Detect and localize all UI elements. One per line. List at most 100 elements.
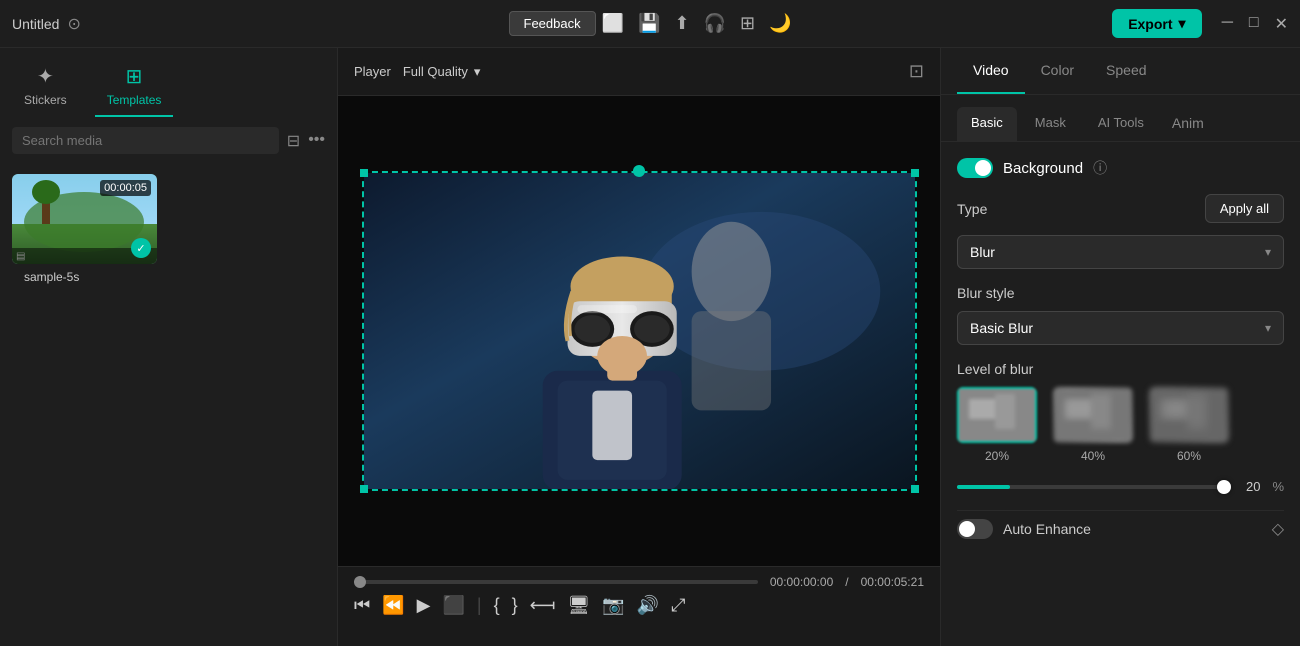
feedback-button[interactable]: Feedback	[509, 11, 596, 36]
player-controls: 00:00:00:00 / 00:00:05:21 ⏮ ⏪ ▶ ⬛ | { } …	[338, 566, 940, 646]
blur-style-value: Basic Blur	[970, 320, 1033, 336]
tab-speed[interactable]: Speed	[1090, 48, 1162, 94]
app-title: Untitled	[12, 16, 59, 32]
background-section-header: Background ⓘ	[957, 158, 1284, 178]
player-expand-icon[interactable]: ⊡	[909, 61, 924, 82]
blur-slider-track[interactable]	[957, 485, 1224, 489]
blur-slider-row: 20 %	[957, 479, 1284, 494]
step-back-button[interactable]: ⏮	[354, 595, 370, 616]
background-toggle[interactable]	[957, 158, 993, 178]
blur-thumb-60[interactable]	[1149, 387, 1229, 443]
screen-button[interactable]: 🖥	[567, 595, 590, 616]
resize-handle-tl[interactable]	[360, 169, 368, 177]
blur-option-60[interactable]: 60%	[1149, 387, 1229, 463]
filter-icon[interactable]: ⊟	[287, 131, 300, 151]
quality-chevron-icon: ▾	[474, 64, 481, 80]
background-label: Background	[1003, 160, 1083, 177]
fullscreen-button[interactable]: ⤢	[671, 595, 685, 616]
type-row: Type Apply all	[957, 194, 1284, 223]
main-area: ✦ Stickers ⊞ Templates ⊟ •••	[0, 48, 1300, 646]
titlebar: Untitled ⊙ Feedback ⬜ 💾 ⬆ 🎧 ⊞ 🌙 Export ▾…	[0, 0, 1300, 48]
blur-pct-40: 40%	[1081, 449, 1105, 463]
enhance-diamond-icon: ◇	[1272, 519, 1284, 539]
auto-enhance-knob	[959, 521, 975, 537]
theme-icon[interactable]: 🌙	[769, 13, 791, 34]
titlebar-left: Untitled ⊙	[12, 14, 437, 34]
media-filename: sample-5s	[12, 264, 157, 290]
titlebar-right: Export ▾ ─ □ ✕	[863, 9, 1288, 38]
player-header: Player Full Quality ▾ ⊡	[338, 48, 940, 96]
progress-thumb[interactable]	[354, 576, 366, 588]
quality-label: Full Quality	[403, 64, 468, 79]
slider-unit: %	[1272, 479, 1284, 494]
mark-in-button[interactable]: {	[494, 595, 500, 616]
slider-value: 20	[1236, 479, 1260, 494]
sidebar-tab-templates[interactable]: ⊞ Templates	[95, 56, 174, 117]
blur-style-dropdown[interactable]: Basic Blur ▾	[957, 311, 1284, 345]
volume-button[interactable]: 🔊	[637, 595, 659, 616]
sidebar-tab-stickers[interactable]: ✦ Stickers	[12, 56, 79, 117]
search-input[interactable]	[12, 127, 279, 154]
minimize-button[interactable]: ─	[1222, 14, 1233, 34]
type-value: Blur	[970, 244, 995, 260]
sidebar-tabs: ✦ Stickers ⊞ Templates	[0, 48, 337, 117]
close-button[interactable]: ✕	[1275, 14, 1288, 34]
resize-handle-tr[interactable]	[911, 169, 919, 177]
control-buttons: ⏮ ⏪ ▶ ⬛ | { } ⟻ 🖥 📷 🔊 ⤢	[354, 595, 924, 616]
level-of-blur-label: Level of blur	[957, 361, 1284, 377]
type-dropdown[interactable]: Blur ▾	[957, 235, 1284, 269]
headphone-icon[interactable]: 🎧	[704, 13, 726, 34]
apply-all-button[interactable]: Apply all	[1205, 194, 1284, 223]
subtab-basic[interactable]: Basic	[957, 107, 1017, 141]
auto-enhance-toggle[interactable]	[957, 519, 993, 539]
split-button[interactable]: ⟻	[530, 595, 556, 616]
resize-handle-br[interactable]	[911, 485, 919, 493]
progress-track[interactable]	[354, 580, 758, 584]
subtab-ai-tools[interactable]: AI Tools	[1084, 107, 1158, 141]
tab-color[interactable]: Color	[1025, 48, 1090, 94]
time-current: 00:00:00:00	[770, 575, 833, 589]
resize-handle-bl[interactable]	[360, 485, 368, 493]
quality-selector[interactable]: Full Quality ▾	[403, 64, 481, 80]
more-icon[interactable]: •••	[308, 131, 325, 151]
frame-back-button[interactable]: ⏪	[382, 595, 404, 616]
slider-fill	[957, 485, 1010, 489]
media-grid: 00:00:05 ▤ ✓ sample-5s	[0, 164, 337, 300]
right-panel: Video Color Speed Basic Mask AI Tools An…	[940, 48, 1300, 646]
subtab-mask[interactable]: Mask	[1021, 107, 1080, 141]
snapshot-button[interactable]: 📷	[602, 595, 624, 616]
blur-option-40[interactable]: 40%	[1053, 387, 1133, 463]
resize-handle-top[interactable]	[633, 165, 645, 177]
blur-style-label: Blur style	[957, 285, 1284, 301]
grid-icon[interactable]: ⊞	[740, 13, 755, 34]
sidebar: ✦ Stickers ⊞ Templates ⊟ •••	[0, 48, 338, 646]
titlebar-center: Feedback ⬜ 💾 ⬆ 🎧 ⊞ 🌙	[437, 11, 862, 36]
video-preview	[364, 173, 915, 489]
titlebar-tool-icons: ⬜ 💾 ⬆ 🎧 ⊞ 🌙	[602, 13, 792, 34]
monitor-icon[interactable]: ⬜	[602, 13, 624, 34]
blur-option-20[interactable]: 20%	[957, 387, 1037, 463]
control-separator-1: |	[477, 595, 482, 616]
mark-out-button[interactable]: }	[512, 595, 518, 616]
export-button[interactable]: Export ▾	[1112, 9, 1201, 38]
type-dropdown-arrow: ▾	[1265, 245, 1271, 259]
blur-thumb-40[interactable]	[1053, 387, 1133, 443]
subtab-anim[interactable]: Anim	[1162, 107, 1214, 141]
templates-label: Templates	[107, 93, 162, 107]
tab-video[interactable]: Video	[957, 48, 1025, 94]
timeline-bar: 00:00:00:00 / 00:00:05:21	[354, 575, 924, 589]
window-controls: ─ □ ✕	[1222, 14, 1288, 34]
panel-content: Background ⓘ Type Apply all Blur ▾ Blur …	[941, 142, 1300, 646]
media-thumbnail[interactable]: 00:00:05 ▤ ✓	[12, 174, 157, 264]
slider-thumb[interactable]	[1217, 480, 1231, 494]
blur-thumb-20[interactable]	[957, 387, 1037, 443]
info-icon[interactable]: ⓘ	[1093, 158, 1107, 178]
play-button[interactable]: ▶	[417, 595, 431, 616]
maximize-button[interactable]: □	[1249, 14, 1259, 34]
stop-button[interactable]: ⬛	[442, 595, 464, 616]
upload-icon[interactable]: ⬆	[674, 13, 689, 34]
blur-preview-60	[1151, 389, 1227, 441]
save-icon[interactable]: 💾	[638, 13, 660, 34]
search-icons: ⊟ •••	[287, 131, 325, 151]
list-item[interactable]: 00:00:05 ▤ ✓ sample-5s	[12, 174, 157, 290]
